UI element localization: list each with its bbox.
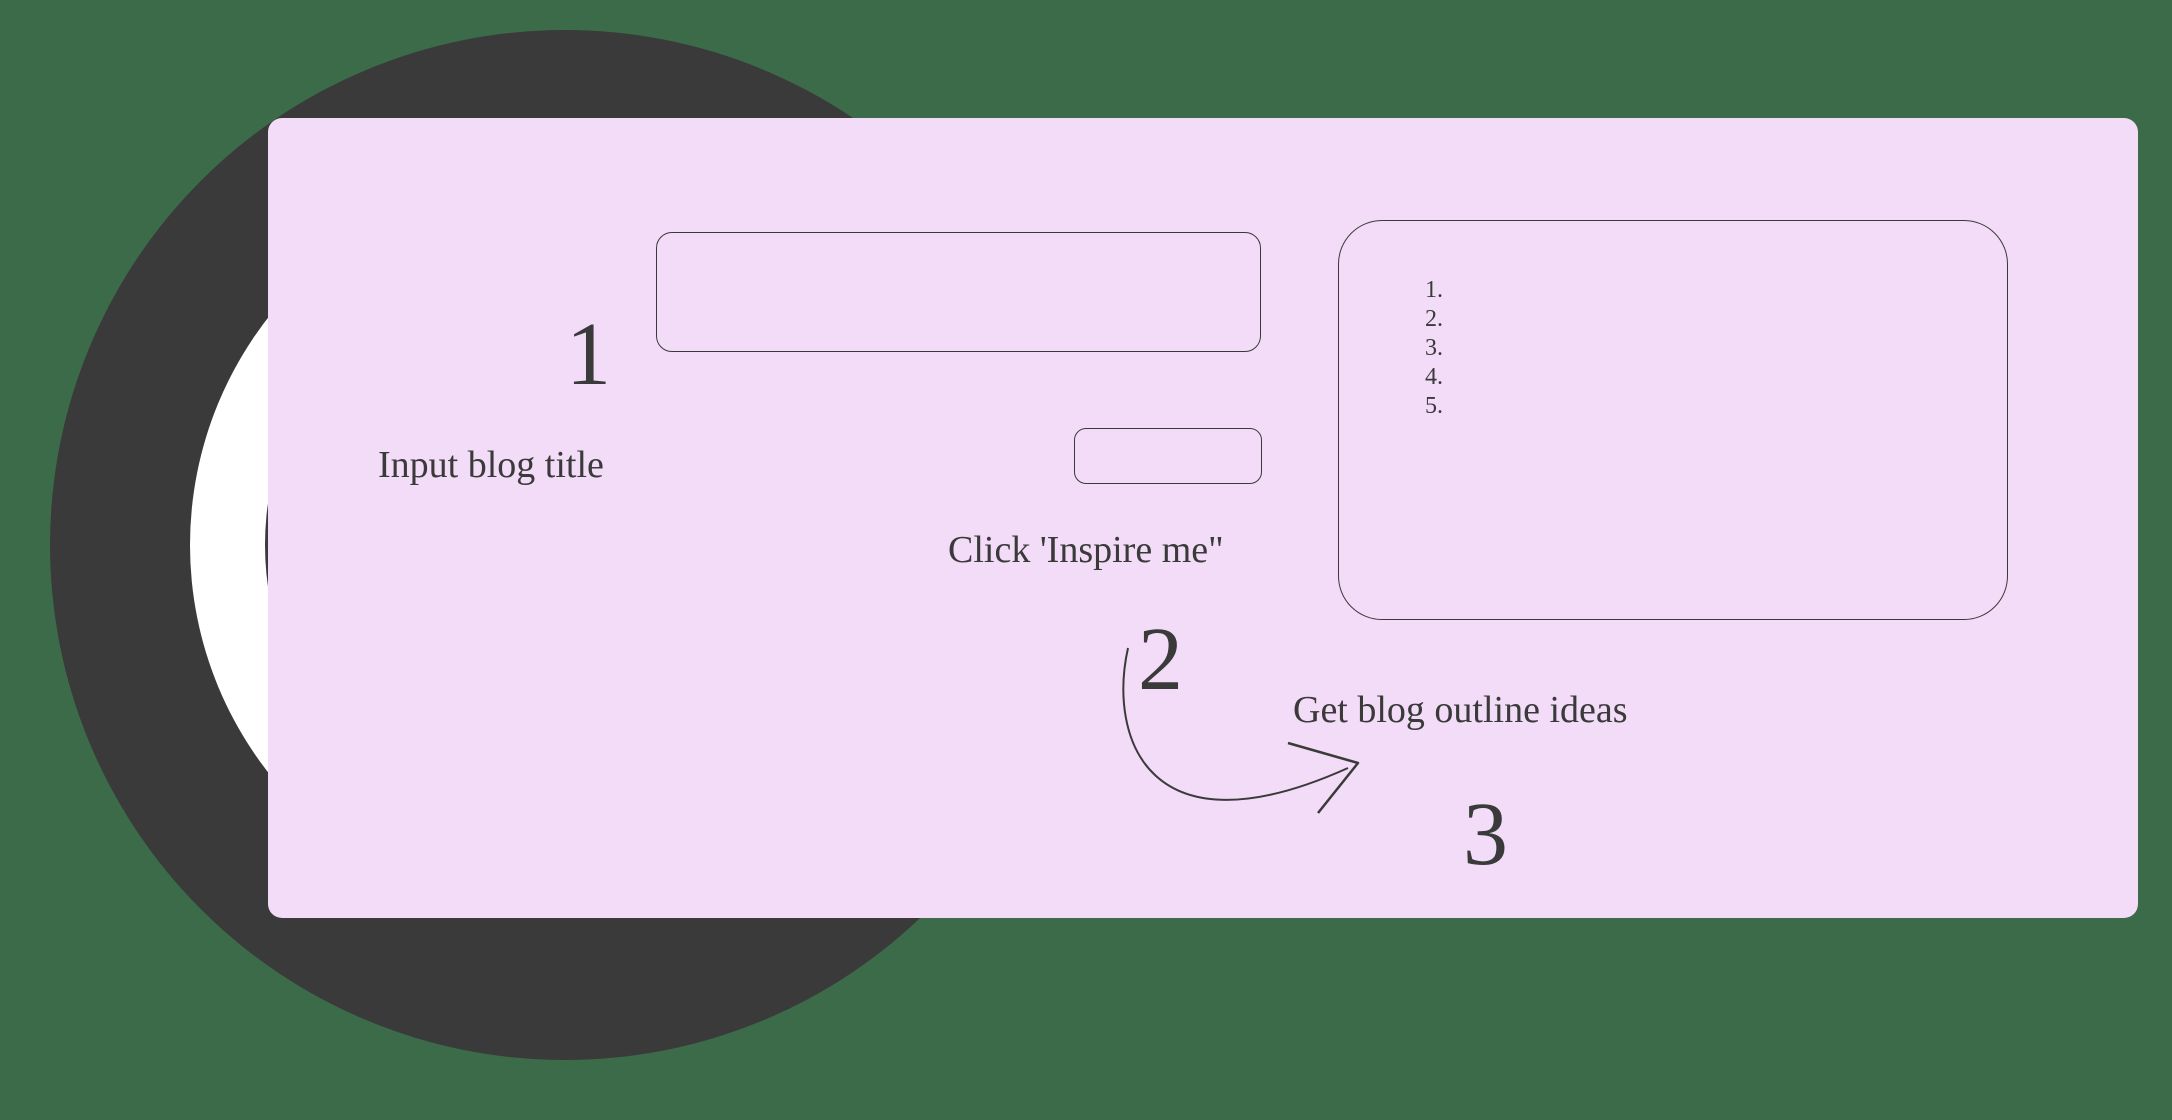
step-1-label: Input blog title [378, 443, 604, 487]
blog-title-input[interactable] [656, 232, 1261, 352]
inspire-me-button[interactable] [1074, 428, 1262, 484]
arrow-icon [1048, 638, 1548, 898]
diagram-card: 1 Input blog title Click 'Inspire me" 2 … [268, 118, 2138, 918]
step-1-number: 1 [566, 303, 611, 406]
outline-item [1449, 306, 1917, 333]
outline-ideas-box [1338, 220, 2008, 620]
outline-list [1429, 277, 1917, 420]
outline-item [1449, 277, 1917, 304]
step-2-label: Click 'Inspire me" [948, 528, 1224, 572]
outline-item [1449, 393, 1917, 420]
outline-item [1449, 335, 1917, 362]
outline-item [1449, 364, 1917, 391]
